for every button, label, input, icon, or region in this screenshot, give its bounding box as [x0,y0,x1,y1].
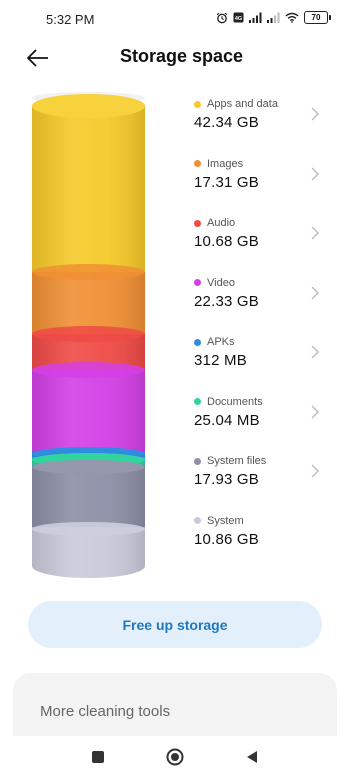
storage-item-system: System 10.86 GB [194,509,330,569]
storage-item-value: 42.34 GB [194,114,259,131]
storage-item-apks[interactable]: APKs 312 MB [194,330,330,390]
storage-item-value: 312 MB [194,352,247,369]
chevron-right-icon [311,167,319,180]
system-nav-bar [0,736,350,778]
storage-item-value: 17.93 GB [194,471,259,488]
storage-item-value: 10.68 GB [194,233,259,250]
home-circle-icon[interactable] [166,748,184,766]
back-triangle-icon[interactable] [244,749,260,765]
more-cleaning-tools-label: More cleaning tools [40,703,171,720]
storage-item-system-files[interactable]: System files 17.93 GB [194,449,330,509]
legend-dot [194,517,201,524]
storage-item-value: 25.04 MB [194,411,260,429]
volte-icon: 4G [233,12,244,23]
app-header: Storage space [0,38,350,78]
chevron-right-icon [311,345,319,359]
storage-item-value: 17.31 GB [194,173,259,191]
storage-item-label: Audio [207,217,236,229]
status-icons: 4G 70 [216,11,331,24]
storage-cylinder [32,92,145,582]
battery-icon: 70 [304,11,331,24]
storage-item-label: Video [207,276,235,289]
alarm-icon [216,12,228,23]
storage-item-value: 10.86 GB [194,530,259,548]
chevron-right-icon [311,464,319,478]
storage-item-label: System [207,514,244,527]
back-arrow-icon[interactable] [24,44,52,72]
storage-item-label: Documents [207,395,263,408]
legend-dot [194,219,201,227]
storage-item-label: Apps and data [207,98,278,110]
recents-square-icon[interactable] [90,749,106,765]
free-up-storage-button[interactable]: Free up storage [28,601,322,648]
storage-item-audio[interactable]: Audio 10.68 GB [194,211,330,271]
legend-dot [194,160,201,167]
chevron-right-icon [311,107,319,121]
legend-dot [194,279,201,286]
storage-item-documents[interactable]: Documents 25.04 MB [194,390,330,450]
legend-dot [194,338,201,346]
storage-item-label: Images [207,157,244,170]
storage-cylinder-graphic [32,92,145,579]
storage-item-label: System files [207,455,267,467]
signal-icon [267,12,280,23]
storage-category-list: Apps and data 42.34 GB Images 17.31 GB A… [194,92,330,568]
storage-item-images[interactable]: Images 17.31 GB [194,152,330,212]
legend-dot [194,398,201,405]
signal-icon [249,12,262,23]
chevron-right-icon [311,405,319,418]
status-time: 5:32 PM [46,12,95,27]
status-bar: 5:32 PM 4G 70 [0,0,350,38]
storage-item-label: APKs [207,336,235,348]
chevron-right-icon [311,286,319,299]
svg-text:4G: 4G [235,16,242,22]
storage-item-apps-and-data[interactable]: Apps and data 42.34 GB [194,92,330,152]
legend-dot [194,457,201,465]
chevron-right-icon [311,226,319,240]
wifi-icon [285,12,299,23]
storage-item-video[interactable]: Video 22.33 GB [194,271,330,331]
legend-dot [194,100,201,108]
page-title: Storage space [120,46,244,66]
storage-item-value: 22.33 GB [194,292,259,310]
